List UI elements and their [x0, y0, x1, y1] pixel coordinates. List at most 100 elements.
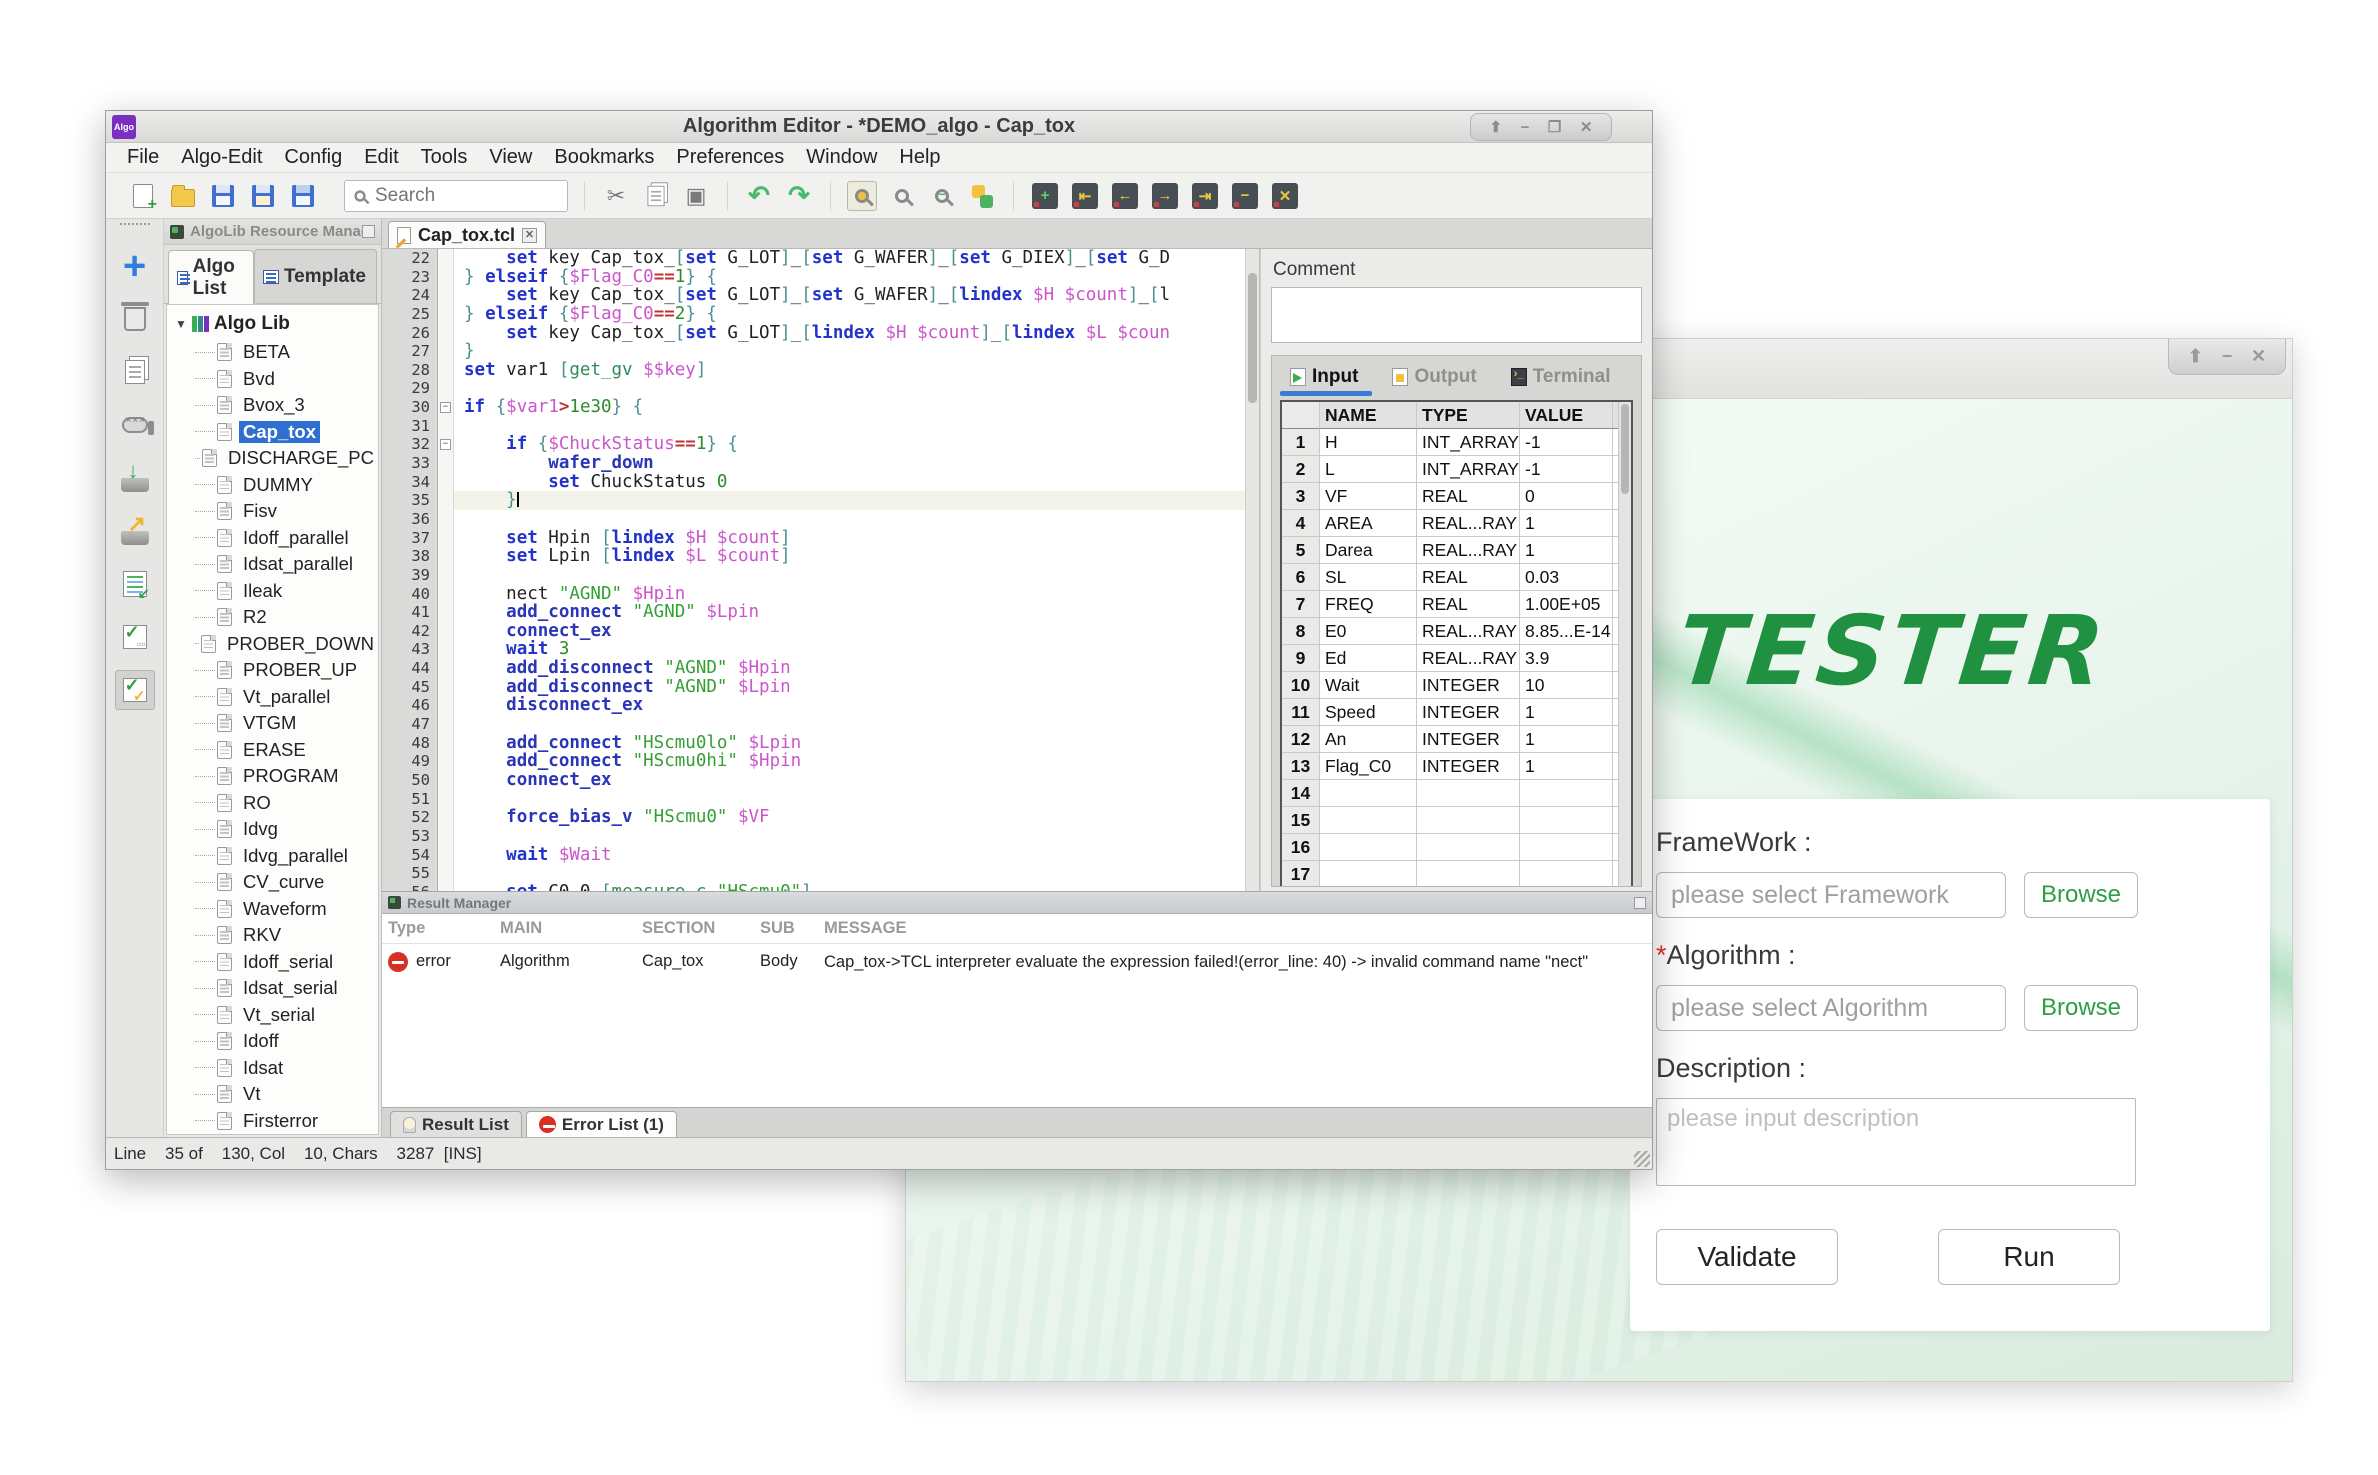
bookmark-first-button[interactable]: ⇤ [1070, 181, 1100, 211]
table-cell[interactable]: 1 [1520, 537, 1613, 564]
table-cell[interactable]: L [1320, 456, 1417, 483]
tree-item-cv_curve[interactable]: CV_curve [173, 869, 378, 896]
table-cell[interactable]: H [1320, 429, 1417, 456]
table-cell[interactable] [1320, 780, 1417, 807]
shade-button[interactable]: ⬆ [1490, 118, 1503, 136]
tree-item-dummy[interactable]: DUMMY [173, 472, 378, 499]
sidebar-tab-algo-list[interactable]: Algo List [168, 250, 254, 304]
editor-tab-cap-tox[interactable]: Cap_tox.tcl ✕ [388, 221, 546, 248]
run-button[interactable]: Run [1938, 1229, 2120, 1285]
table-scrollbar[interactable] [1618, 402, 1631, 886]
tree-item-beta[interactable]: BETA [173, 339, 378, 366]
tree-item-vt_parallel[interactable]: Vt_parallel [173, 684, 378, 711]
algorithm-browse-button[interactable]: Browse [2024, 985, 2138, 1031]
bookmark-prev-button[interactable]: ← [1110, 181, 1140, 211]
table-cell[interactable] [1520, 834, 1613, 861]
code-line-26[interactable]: 26 set key Cap_tox_[set G_LOT]_[lindex $… [382, 324, 1259, 343]
table-cell[interactable]: 10 [1520, 672, 1613, 699]
table-cell[interactable]: SL [1320, 564, 1417, 591]
swap-button[interactable] [967, 181, 997, 211]
tree-item-discharge_pc[interactable]: DISCHARGE_PC [173, 445, 378, 472]
table-cell[interactable] [1320, 807, 1417, 834]
redo-button[interactable]: ↷ [784, 181, 814, 211]
table-cell[interactable]: 1 [1520, 753, 1613, 780]
code-line-56[interactable]: 56 set C0_0 [measure_c "HScmu0"] [382, 883, 1259, 891]
code-line-39[interactable]: 39 [382, 566, 1259, 585]
resize-grip[interactable] [1634, 1151, 1650, 1167]
tree-root[interactable]: ▼ Algo Lib [173, 311, 378, 339]
code-line-48[interactable]: 48 add_connect "HScmu0lo" $Lpin [382, 734, 1259, 753]
panel-detach-button[interactable] [362, 225, 375, 238]
editor-scrollbar[interactable] [1245, 249, 1259, 891]
io-tab-output[interactable]: Output [1392, 366, 1476, 392]
io-tab-terminal[interactable]: Terminal [1511, 366, 1611, 392]
table-cell[interactable]: 1 [1520, 726, 1613, 753]
find-button[interactable] [847, 181, 877, 211]
table-cell[interactable]: INTEGER [1417, 753, 1520, 780]
table-cell[interactable]: Flag_C0 [1320, 753, 1417, 780]
table-cell[interactable]: VF [1320, 483, 1417, 510]
code-line-28[interactable]: 28set var1 [get_gv $$key] [382, 361, 1259, 380]
tab-error-list-1-[interactable]: Error List (1) [526, 1111, 677, 1137]
tree-item-prober_down[interactable]: PROBER_DOWN [173, 631, 378, 658]
menu-config[interactable]: Config [273, 146, 353, 169]
code-line-40[interactable]: 40 nect "AGND" $Hpin [382, 585, 1259, 604]
table-cell[interactable]: 1.00E+05 [1520, 591, 1613, 618]
code-line-44[interactable]: 44 add_disconnect "AGND" $Hpin [382, 659, 1259, 678]
tree-item-bvd[interactable]: Bvd [173, 366, 378, 393]
table-cell[interactable]: REAL...RAY [1417, 618, 1520, 645]
table-cell[interactable] [1320, 861, 1417, 886]
table-cell[interactable]: INTEGER [1417, 726, 1520, 753]
fold-collapse-icon[interactable]: − [440, 402, 451, 413]
close-button[interactable]: ✕ [2251, 346, 2266, 367]
tree-item-idsat[interactable]: Idsat [173, 1055, 378, 1082]
minimize-button[interactable]: − [2222, 346, 2233, 367]
table-cell[interactable]: 1 [1520, 510, 1613, 537]
code-line-49[interactable]: 49 add_connect "HScmu0hi" $Hpin [382, 752, 1259, 771]
table-cell[interactable]: 8.85...E-14 [1520, 618, 1613, 645]
table-cell[interactable]: AREA [1320, 510, 1417, 537]
table-cell[interactable] [1320, 834, 1417, 861]
table-cell[interactable]: Darea [1320, 537, 1417, 564]
table-cell[interactable]: -1 [1520, 429, 1613, 456]
tree-item-bvox_3[interactable]: Bvox_3 [173, 392, 378, 419]
table-cell[interactable]: INTEGER [1417, 699, 1520, 726]
code-line-42[interactable]: 42 connect_ex [382, 622, 1259, 641]
tree-item-cap_tox[interactable]: Cap_tox [173, 419, 378, 446]
tree-item-idoff_serial[interactable]: Idoff_serial [173, 949, 378, 976]
paste-button[interactable]: ▣ [681, 181, 711, 211]
description-textarea[interactable] [1656, 1098, 2136, 1186]
tree-item-erase[interactable]: ERASE [173, 737, 378, 764]
code-line-36[interactable]: 36 [382, 510, 1259, 529]
tree-item-ileak[interactable]: Ileak [173, 578, 378, 605]
check-run-button[interactable] [115, 670, 155, 710]
save-all-button[interactable] [248, 181, 278, 211]
table-cell[interactable]: 0.03 [1520, 564, 1613, 591]
tree-item-fisv[interactable]: Fisv [173, 498, 378, 525]
tree-item-vt_serial[interactable]: Vt_serial [173, 1002, 378, 1029]
table-cell[interactable] [1520, 861, 1613, 886]
save-as-button[interactable] [288, 181, 318, 211]
title-bar[interactable]: Algo Algorithm Editor - *DEMO_algo - Cap… [106, 111, 1652, 143]
table-cell[interactable] [1417, 807, 1520, 834]
table-cell[interactable]: 3.9 [1520, 645, 1613, 672]
stamp-button[interactable] [115, 405, 155, 445]
tree-item-vtgm[interactable]: VTGM [173, 710, 378, 737]
search-box[interactable] [344, 180, 568, 212]
table-cell[interactable]: 0 [1520, 483, 1613, 510]
open-folder-button[interactable] [168, 181, 198, 211]
report-button[interactable] [115, 564, 155, 604]
tree-item-firsterror[interactable]: Firsterror [173, 1108, 378, 1135]
table-cell[interactable]: REAL [1417, 483, 1520, 510]
code-editor[interactable]: 22 set key Cap_tox_[set G_LOT]_[set G_WA… [382, 249, 1260, 891]
menu-window[interactable]: Window [795, 146, 888, 169]
maximize-button[interactable]: ❒ [1548, 118, 1561, 136]
code-line-41[interactable]: 41 add_connect "AGND" $Lpin [382, 603, 1259, 622]
code-line-43[interactable]: 43 wait 3 [382, 640, 1259, 659]
code-line-23[interactable]: 23} elseif {$Flag_C0==1} { [382, 268, 1259, 287]
code-line-55[interactable]: 55 [382, 864, 1259, 883]
table-cell[interactable] [1417, 861, 1520, 886]
tree-item-program[interactable]: PROGRAM [173, 763, 378, 790]
add-button[interactable]: + [115, 246, 155, 286]
code-line-35[interactable]: 35 } [382, 491, 1259, 510]
